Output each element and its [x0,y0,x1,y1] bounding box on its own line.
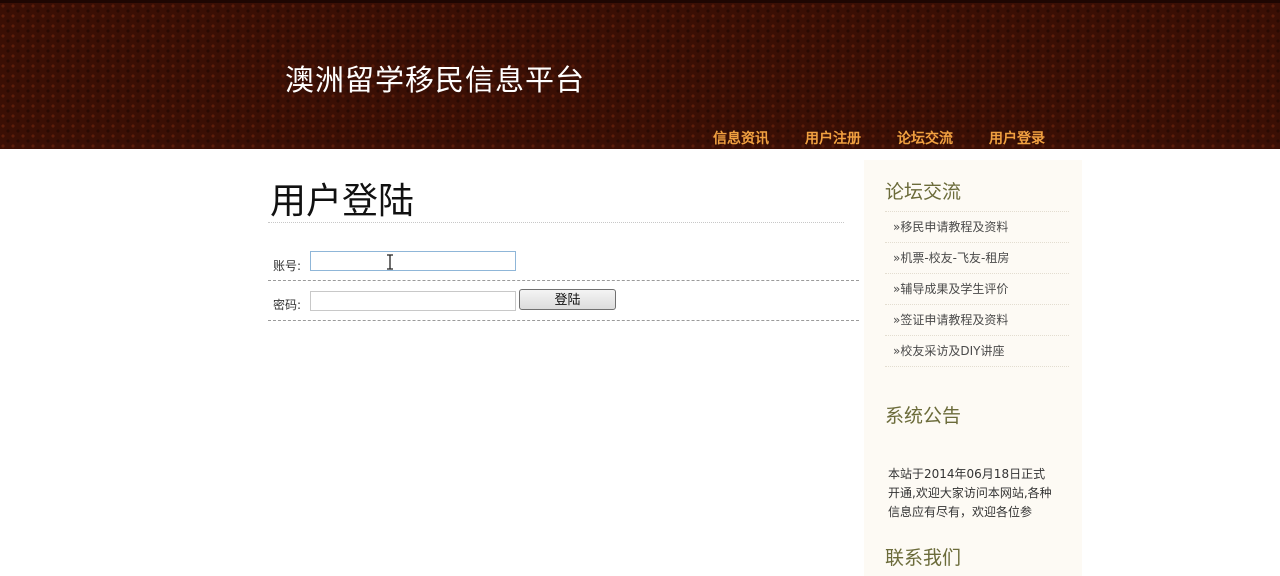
forum-link-tickets[interactable]: »机票-校友-飞友-租房 [885,243,1069,274]
login-button[interactable]: 登陆 [519,289,616,310]
contact-heading: 联系我们 [885,547,962,569]
site-title: 澳洲留学移民信息平台 [285,63,586,97]
main-nav: 信息资讯 用户注册 论坛交流 用户登录 [713,128,1081,148]
page-title: 用户登陆 [270,181,415,222]
forum-link-visa[interactable]: »签证申请教程及资料 [885,305,1069,336]
nav-link-forum[interactable]: 论坛交流 [897,128,953,148]
notice-heading: 系统公告 [885,405,962,427]
password-input[interactable] [310,291,516,311]
forum-link-immigration[interactable]: »移民申请教程及资料 [885,212,1069,243]
account-input[interactable] [310,251,516,271]
password-row: 密码: 登陆 [268,282,859,321]
nav-link-news[interactable]: 信息资讯 [713,128,769,148]
account-row: 账号: [268,242,859,281]
forum-link-list: »移民申请教程及资料 »机票-校友-飞友-租房 »辅导成果及学生评价 »签证申请… [885,211,1069,367]
forum-heading: 论坛交流 [885,181,962,203]
site-header: 澳洲留学移民信息平台 信息资讯 用户注册 论坛交流 用户登录 [0,0,1280,149]
text-cursor-icon [387,254,393,270]
notice-text: 本站于2014年06月18日正式开通,欢迎大家访问本网站,各种信息应有尽有，欢迎… [888,467,1052,519]
heading-divider [268,222,844,223]
sidebar: 论坛交流 »移民申请教程及资料 »机票-校友-飞友-租房 »辅导成果及学生评价 … [864,160,1082,576]
password-label: 密码: [273,298,302,312]
forum-link-tutoring[interactable]: »辅导成果及学生评价 [885,274,1069,305]
nav-link-register[interactable]: 用户注册 [805,128,861,148]
forum-link-interviews[interactable]: »校友采访及DIY讲座 [885,336,1069,367]
nav-link-login[interactable]: 用户登录 [989,128,1045,148]
account-label: 账号: [273,259,302,273]
